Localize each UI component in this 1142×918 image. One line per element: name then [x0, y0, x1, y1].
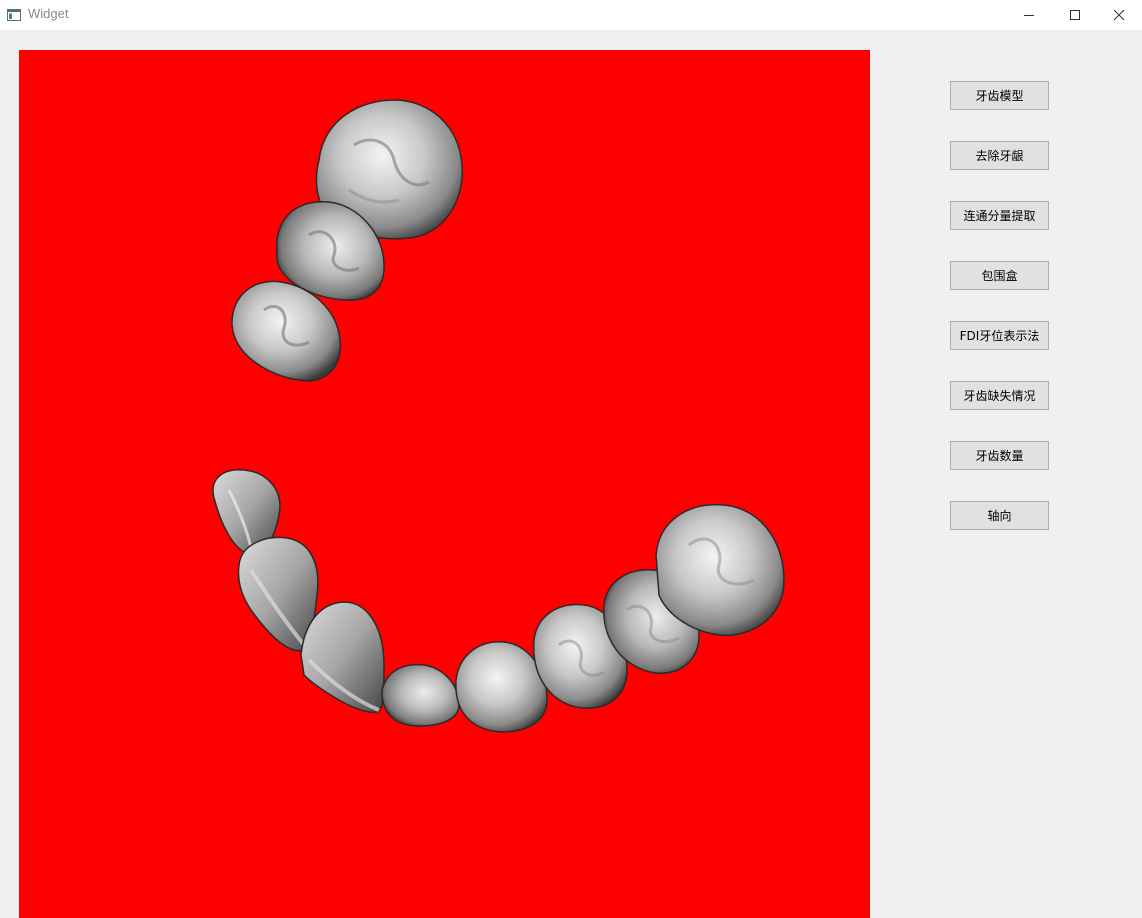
close-icon: [1113, 9, 1125, 21]
lower-molar-2: [655, 503, 785, 637]
connected-component-button[interactable]: 连通分量提取: [950, 201, 1049, 230]
main-window: Widget 牙齿模型 去除牙龈 连通分量提取 包围盒 FDI牙位表示法 牙齿缺…: [0, 0, 1142, 918]
minimize-button[interactable]: [1006, 0, 1052, 30]
lower-premolar-1: [455, 641, 548, 733]
maximize-icon: [1070, 10, 1080, 20]
remove-gum-button[interactable]: 去除牙龈: [950, 141, 1049, 170]
lower-premolar-small: [381, 663, 460, 727]
lower-canine: [300, 601, 385, 713]
maximize-button[interactable]: [1052, 0, 1098, 30]
missing-teeth-button[interactable]: 牙齿缺失情况: [950, 381, 1049, 410]
tooth-count-button[interactable]: 牙齿数量: [950, 441, 1049, 470]
minimize-icon: [1024, 15, 1034, 16]
close-button[interactable]: [1096, 0, 1142, 30]
3d-render-viewport[interactable]: [19, 50, 870, 918]
window-title: Widget: [28, 6, 69, 21]
tooth-model-button[interactable]: 牙齿模型: [950, 81, 1049, 110]
title-bar[interactable]: Widget: [0, 0, 1142, 30]
app-window-icon: [7, 7, 21, 21]
bounding-box-button[interactable]: 包围盒: [950, 261, 1049, 290]
fdi-notation-button[interactable]: FDI牙位表示法: [950, 321, 1049, 350]
tooth-model-render: [212, 99, 785, 733]
axial-direction-button[interactable]: 轴向: [950, 501, 1049, 530]
